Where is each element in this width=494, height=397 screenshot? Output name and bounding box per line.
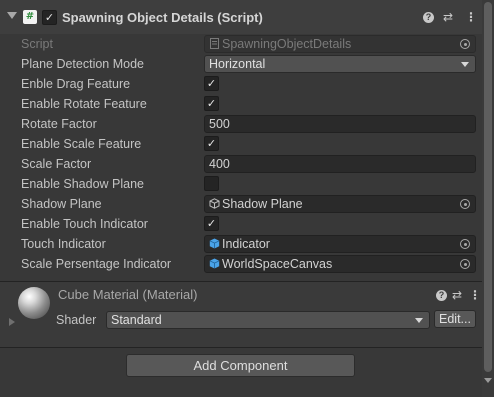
- property-label: Shadow Plane: [21, 197, 102, 211]
- property-value: Shadow Plane: [222, 197, 303, 211]
- shader-label: Shader: [56, 313, 97, 327]
- scrollbar-thumb[interactable]: [484, 2, 492, 372]
- edit-shader-button[interactable]: Edit...: [434, 310, 476, 328]
- section-divider: [0, 347, 494, 348]
- script-file-icon: [209, 37, 220, 49]
- property-number-field[interactable]: 400: [204, 155, 476, 173]
- script-icon: #: [23, 10, 37, 24]
- property-value: WorldSpaceCanvas: [222, 257, 333, 271]
- cube-icon: [209, 257, 220, 269]
- foldout-arrow-icon[interactable]: [7, 12, 17, 19]
- preset-icon[interactable]: ⇄: [443, 10, 453, 24]
- property-checkbox[interactable]: ✓: [204, 136, 219, 151]
- property-value: 500: [209, 117, 230, 131]
- property-checkbox[interactable]: [204, 176, 219, 191]
- material-preview-sphere: [18, 287, 50, 319]
- property-value: SpawningObjectDetails: [222, 37, 352, 51]
- component-enabled-checkbox[interactable]: ✓: [42, 10, 57, 25]
- component-title: Spawning Object Details (Script): [62, 10, 263, 25]
- material-title: Cube Material (Material): [58, 287, 198, 302]
- object-picker-icon[interactable]: [460, 199, 470, 209]
- property-label: Scale Factor: [21, 157, 92, 171]
- property-label: Plane Detection Mode: [21, 57, 144, 71]
- help-icon[interactable]: ?: [423, 12, 434, 23]
- property-label: Enable Touch Indicator: [21, 217, 148, 231]
- property-value: Horizontal: [209, 57, 266, 71]
- property-label: Enble Drag Feature: [21, 77, 131, 91]
- property-value: Indicator: [222, 237, 270, 251]
- property-label: Script: [21, 37, 53, 51]
- property-object-field[interactable]: WorldSpaceCanvas: [204, 255, 476, 273]
- property-object-field: SpawningObjectDetails: [204, 35, 476, 53]
- property-checkbox[interactable]: ✓: [204, 76, 219, 91]
- property-label: Scale Persentage Indicator: [21, 257, 172, 271]
- material-more-vert-icon[interactable]: ⋮: [469, 288, 481, 302]
- material-preset-icon[interactable]: ⇄: [452, 288, 462, 302]
- property-label: Enable Scale Feature: [21, 137, 142, 151]
- property-number-field[interactable]: 500: [204, 115, 476, 133]
- property-object-field[interactable]: Indicator: [204, 235, 476, 253]
- property-value: 400: [209, 157, 230, 171]
- prefab-icon: [209, 197, 220, 209]
- property-label: Touch Indicator: [21, 237, 106, 251]
- chevron-down-icon: [415, 318, 423, 323]
- cube-icon: [209, 237, 220, 249]
- property-checkbox[interactable]: ✓: [204, 216, 219, 231]
- material-help-icon[interactable]: ?: [436, 290, 447, 301]
- object-picker-icon: [460, 39, 470, 49]
- property-label: Enable Rotate Feature: [21, 97, 147, 111]
- shader-dropdown[interactable]: Standard: [106, 311, 430, 329]
- material-foldout-arrow-icon[interactable]: [9, 318, 15, 326]
- object-picker-icon[interactable]: [460, 259, 470, 269]
- object-picker-icon[interactable]: [460, 239, 470, 249]
- property-label: Enable Shadow Plane: [21, 177, 145, 191]
- shader-value: Standard: [111, 313, 162, 327]
- property-checkbox[interactable]: ✓: [204, 96, 219, 111]
- property-object-field[interactable]: Shadow Plane: [204, 195, 476, 213]
- chevron-down-icon: [461, 62, 469, 67]
- property-label: Rotate Factor: [21, 117, 97, 131]
- property-dropdown[interactable]: Horizontal: [204, 55, 476, 73]
- scroll-down-arrow-icon[interactable]: [484, 378, 492, 383]
- more-vert-icon[interactable]: ⋮: [465, 10, 477, 24]
- add-component-button[interactable]: Add Component: [126, 354, 355, 377]
